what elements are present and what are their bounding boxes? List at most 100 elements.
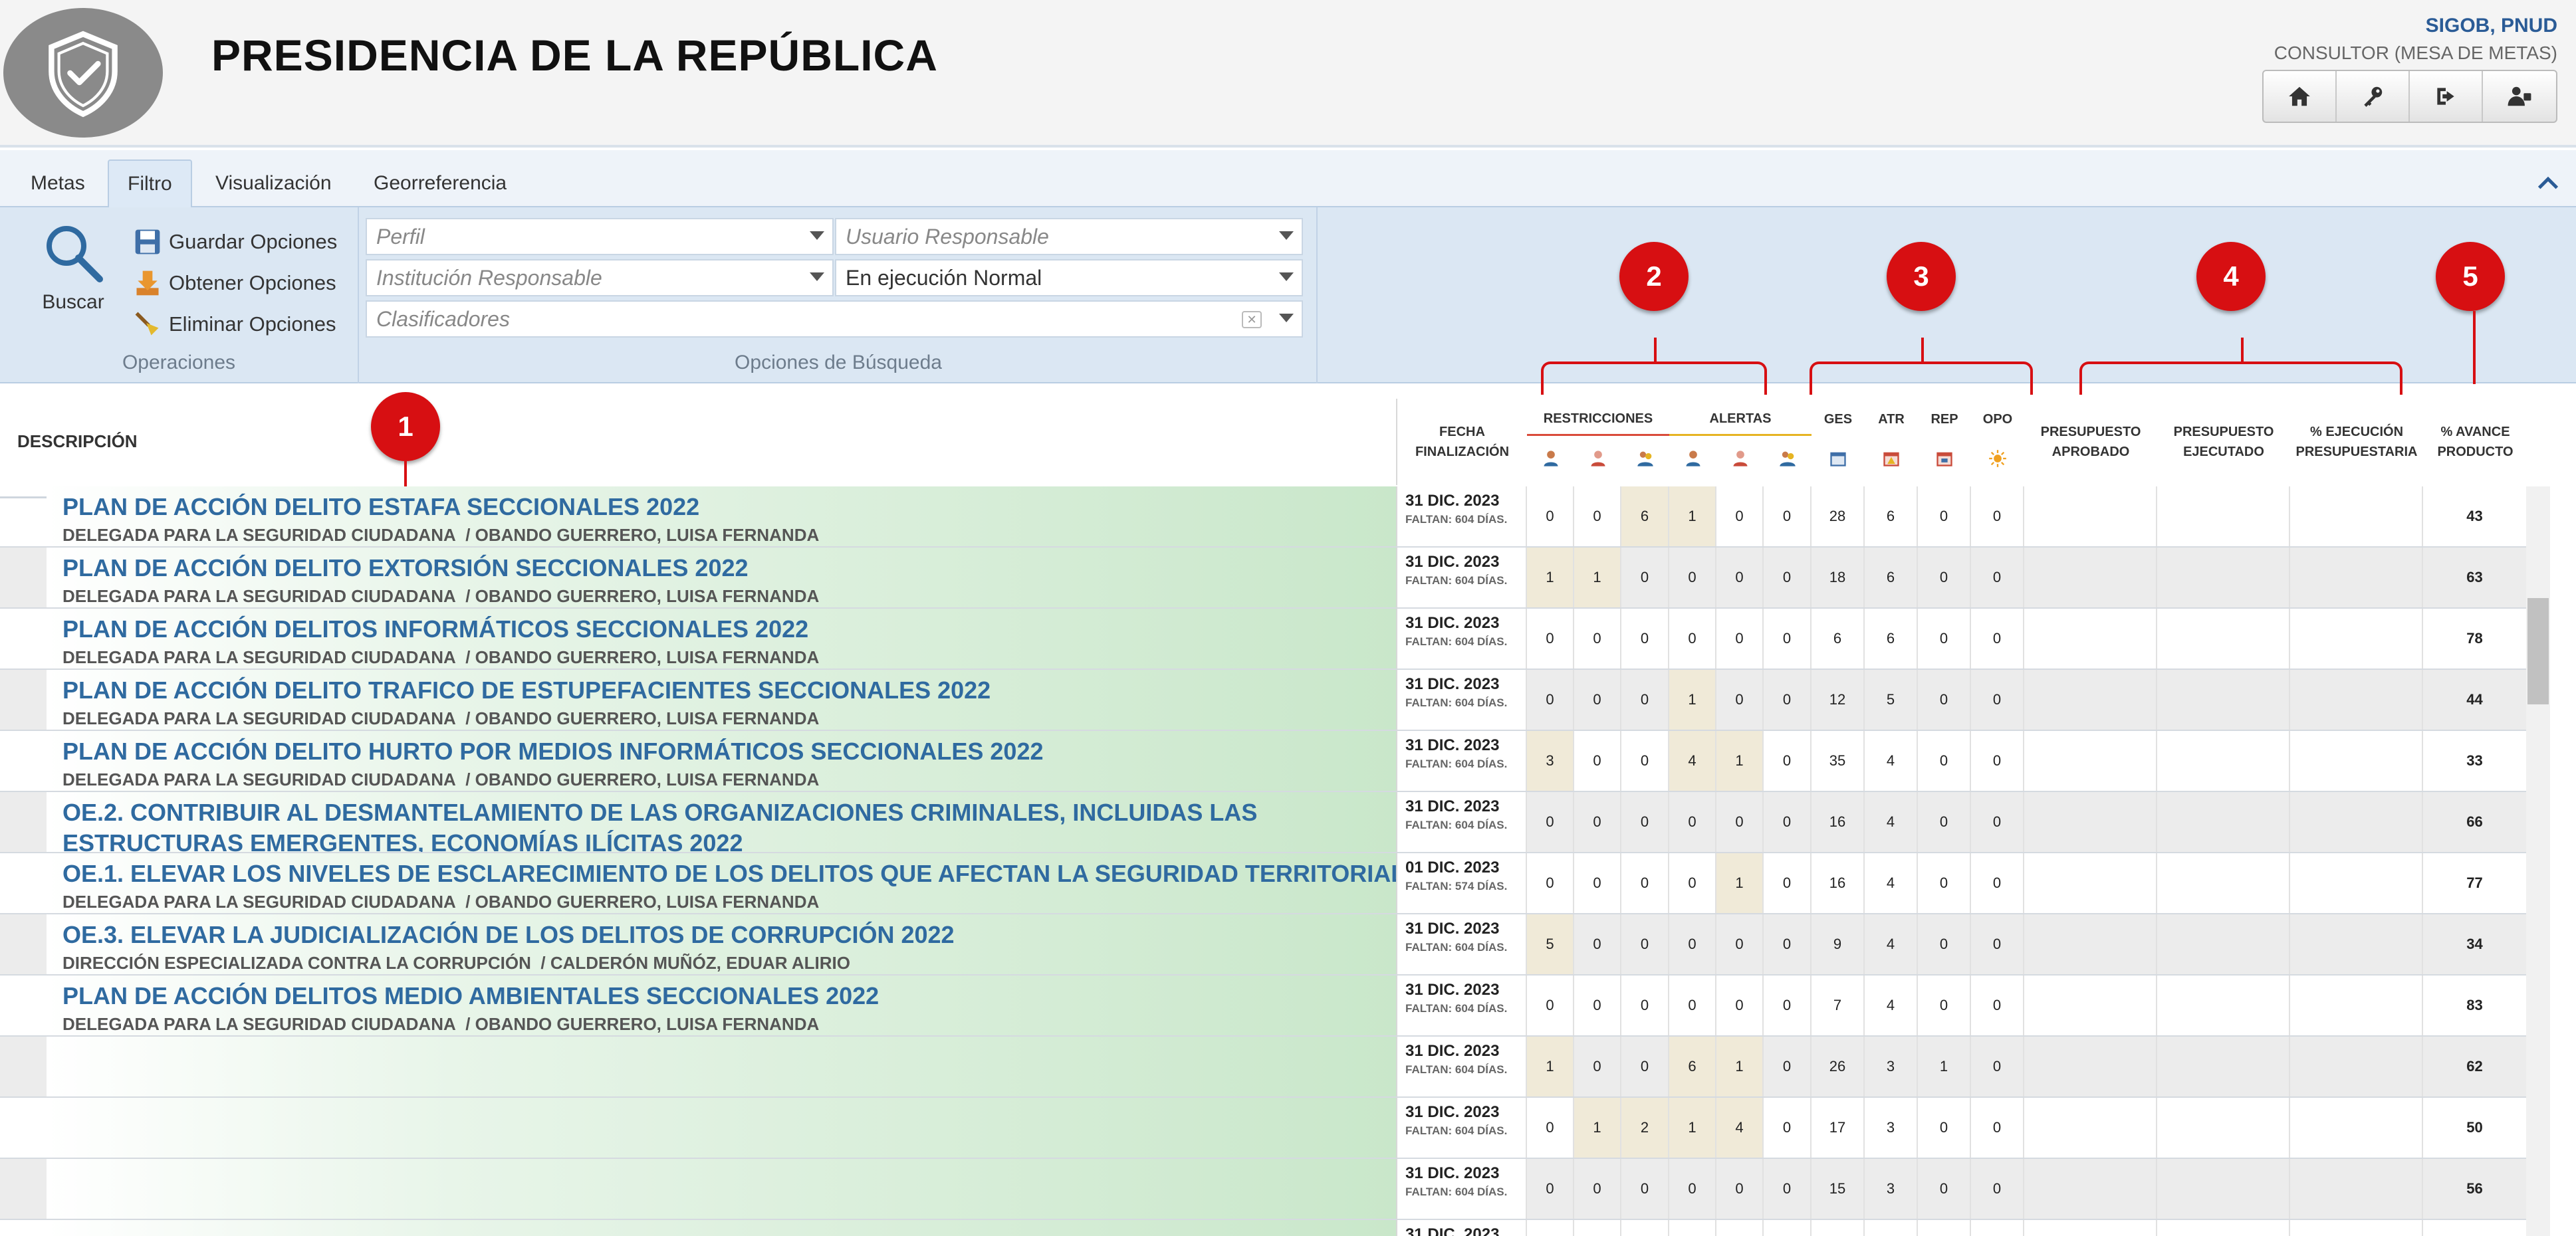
key-button[interactable]: [2337, 71, 2410, 122]
alerta-count[interactable]: [1715, 1220, 1762, 1236]
ges-count[interactable]: 17: [1810, 1098, 1863, 1158]
row-description[interactable]: PLAN DE ACCIÓN DELITOS INFORMÁTICOS SECC…: [47, 609, 1396, 669]
restriccion-count[interactable]: 0: [1526, 853, 1573, 913]
table-row[interactable]: PLAN DE ACCIÓN DELITO HURTO POR MEDIOS I…: [0, 731, 2526, 792]
restriccion-count[interactable]: 0: [1526, 1098, 1573, 1158]
rep-count[interactable]: 0: [1917, 1098, 1970, 1158]
alerta-count[interactable]: 0: [1715, 486, 1762, 546]
restriccion-count[interactable]: 0: [1573, 731, 1620, 791]
rep-count[interactable]: 0: [1917, 853, 1970, 913]
restriccion-count[interactable]: 2: [1620, 1098, 1668, 1158]
restriccion-count[interactable]: 0: [1573, 1159, 1620, 1219]
restriccion-count[interactable]: [1620, 1220, 1668, 1236]
alerta-count[interactable]: 0: [1668, 976, 1715, 1035]
atr-count[interactable]: 6: [1863, 609, 1917, 669]
row-description[interactable]: OE.1. ELEVAR LOS NIVELES DE ESCLARECIMIE…: [47, 853, 1396, 913]
row-title[interactable]: PLAN DE ACCIÓN DELITO ESTAFA SECCIONALES…: [62, 492, 1396, 522]
opo-count[interactable]: 0: [1970, 976, 2023, 1035]
table-row[interactable]: PLAN DE ACCIÓN DELITOS MEDIO AMBIENTALES…: [0, 976, 2526, 1037]
alerta-count[interactable]: 0: [1762, 853, 1810, 913]
ges-count[interactable]: 6: [1810, 609, 1863, 669]
alerta-count[interactable]: 0: [1668, 609, 1715, 669]
restriccion-count[interactable]: 0: [1526, 609, 1573, 669]
chevron-down-icon[interactable]: [1279, 272, 1294, 281]
alerta-count[interactable]: 0: [1668, 792, 1715, 852]
restriccion-count[interactable]: 0: [1573, 976, 1620, 1035]
home-button[interactable]: [2264, 71, 2337, 122]
restriccion-count[interactable]: [1526, 1220, 1573, 1236]
atr-count[interactable]: 4: [1863, 914, 1917, 974]
restriccion-count[interactable]: [1573, 1220, 1620, 1236]
alerta-count[interactable]: 0: [1668, 914, 1715, 974]
row-title[interactable]: PLAN DE ACCIÓN DELITOS MEDIO AMBIENTALES…: [62, 981, 1396, 1011]
restriccion-count[interactable]: 0: [1573, 670, 1620, 730]
alerta-count[interactable]: 4: [1715, 1098, 1762, 1158]
perfil-select[interactable]: Perfil: [366, 218, 834, 255]
alerta-count[interactable]: [1762, 1220, 1810, 1236]
restriccion-count[interactable]: 3: [1526, 731, 1573, 791]
table-row[interactable]: PLAN DE ACCIÓN DELITO ESTAFA SECCIONALES…: [0, 486, 2526, 548]
rep-count[interactable]: 1: [1917, 1037, 1970, 1096]
atr-count[interactable]: 3: [1863, 1098, 1917, 1158]
alerta-count[interactable]: 1: [1668, 486, 1715, 546]
row-title[interactable]: PLAN DE ACCIÓN DELITO HURTO POR MEDIOS I…: [62, 736, 1396, 767]
logout-button[interactable]: [2410, 71, 2483, 122]
atr-count[interactable]: [1863, 1220, 1917, 1236]
alerta-count[interactable]: 0: [1715, 670, 1762, 730]
ges-count[interactable]: [1810, 1220, 1863, 1236]
user-admin-button[interactable]: [2483, 71, 2556, 122]
row-description[interactable]: [47, 1159, 1396, 1219]
ges-count[interactable]: 12: [1810, 670, 1863, 730]
opo-count[interactable]: 0: [1970, 731, 2023, 791]
table-row[interactable]: OE.3. ELEVAR LA JUDICIALIZACIÓN DE LOS D…: [0, 914, 2526, 976]
row-description[interactable]: PLAN DE ACCIÓN DELITO ESTAFA SECCIONALES…: [47, 486, 1396, 546]
restriccion-count[interactable]: 1: [1573, 1098, 1620, 1158]
alerta-count[interactable]: 0: [1762, 1037, 1810, 1096]
row-title[interactable]: PLAN DE ACCIÓN DELITOS INFORMÁTICOS SECC…: [62, 614, 1396, 645]
opo-count[interactable]: 0: [1970, 1098, 2023, 1158]
delete-options-button[interactable]: Eliminar Opciones: [133, 306, 336, 343]
opo-count[interactable]: 0: [1970, 792, 2023, 852]
alerta-count[interactable]: 0: [1715, 609, 1762, 669]
restriccion-count[interactable]: 1: [1526, 548, 1573, 607]
atr-count[interactable]: 6: [1863, 548, 1917, 607]
estado-select[interactable]: En ejecución Normal: [835, 259, 1303, 296]
restriccion-count[interactable]: 1: [1573, 548, 1620, 607]
row-description[interactable]: [47, 1098, 1396, 1158]
row-title[interactable]: PLAN DE ACCIÓN DELITO TRAFICO DE ESTUPEF…: [62, 675, 1396, 706]
restriccion-count[interactable]: 0: [1526, 670, 1573, 730]
rep-count[interactable]: 0: [1917, 609, 1970, 669]
opo-count[interactable]: 0: [1970, 1037, 2023, 1096]
get-options-button[interactable]: Obtener Opciones: [133, 264, 336, 302]
ges-count[interactable]: 35: [1810, 731, 1863, 791]
chevron-up-icon[interactable]: [2535, 170, 2561, 197]
restriccion-count[interactable]: 0: [1526, 976, 1573, 1035]
restriccion-count[interactable]: 0: [1620, 976, 1668, 1035]
chevron-down-icon[interactable]: [810, 231, 824, 240]
opo-count[interactable]: 0: [1970, 853, 2023, 913]
row-description[interactable]: PLAN DE ACCIÓN DELITO HURTO POR MEDIOS I…: [47, 731, 1396, 791]
row-description[interactable]: [47, 1037, 1396, 1096]
alerta-count[interactable]: 1: [1715, 731, 1762, 791]
alerta-count[interactable]: 1: [1668, 1098, 1715, 1158]
institucion-responsable-select[interactable]: Institución Responsable: [366, 259, 834, 296]
row-title[interactable]: OE.2. CONTRIBUIR AL DESMANTELAMIENTO DE …: [62, 797, 1396, 852]
alerta-count[interactable]: 0: [1668, 548, 1715, 607]
table-row[interactable]: PLAN DE ACCIÓN DELITOS INFORMÁTICOS SECC…: [0, 609, 2526, 670]
tab-metas[interactable]: Metas: [12, 159, 104, 207]
alerta-count[interactable]: 1: [1715, 1037, 1762, 1096]
restriccion-count[interactable]: 0: [1620, 914, 1668, 974]
restriccion-count[interactable]: 0: [1573, 853, 1620, 913]
alerta-count[interactable]: 4: [1668, 731, 1715, 791]
opo-count[interactable]: 0: [1970, 1159, 2023, 1219]
atr-count[interactable]: 4: [1863, 853, 1917, 913]
atr-count[interactable]: 4: [1863, 792, 1917, 852]
restriccion-count[interactable]: 0: [1620, 853, 1668, 913]
restriccion-count[interactable]: 0: [1620, 670, 1668, 730]
alerta-count[interactable]: 0: [1668, 1159, 1715, 1219]
rep-count[interactable]: 0: [1917, 486, 1970, 546]
ges-count[interactable]: 26: [1810, 1037, 1863, 1096]
rep-count[interactable]: 0: [1917, 914, 1970, 974]
restriccion-count[interactable]: 0: [1573, 486, 1620, 546]
rep-count[interactable]: 0: [1917, 1159, 1970, 1219]
